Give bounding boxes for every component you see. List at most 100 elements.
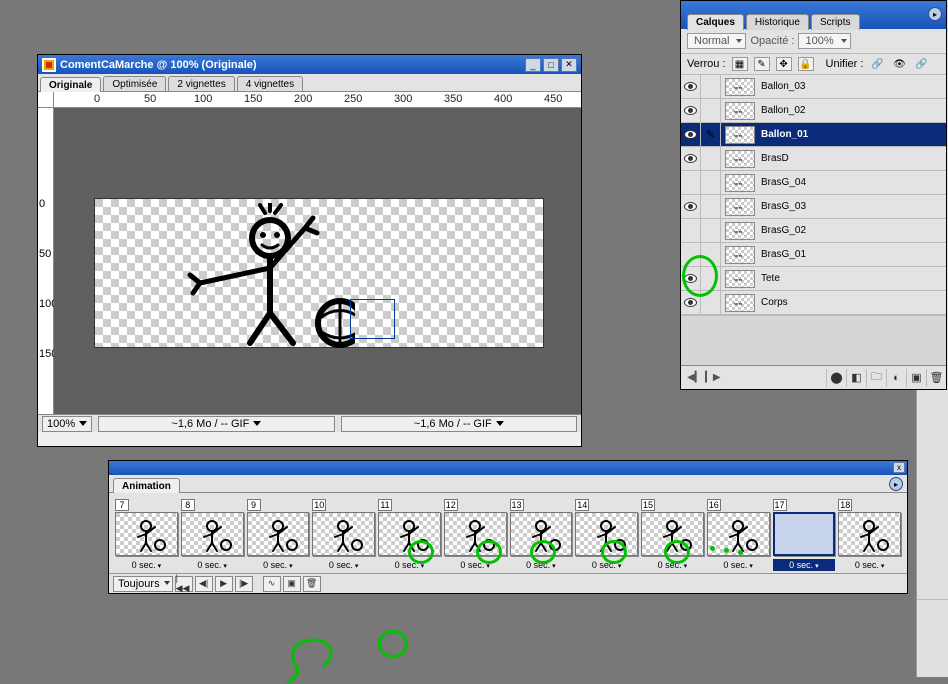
frame-cell[interactable]: 140 sec.▾ (575, 499, 638, 571)
loop-selector[interactable]: Toujours (113, 576, 173, 592)
animation-menu-icon[interactable]: ▸ (889, 477, 903, 491)
animation-close-button[interactable]: x (893, 462, 905, 473)
new-layer-icon[interactable]: ▣ (906, 369, 926, 387)
layer-row[interactable]: ╍╍BrasD (681, 147, 946, 171)
canvas[interactable] (54, 108, 581, 414)
frame-thumb[interactable] (575, 512, 638, 556)
frame-delay[interactable]: 0 sec.▾ (575, 559, 638, 571)
layer-row[interactable]: ╍╍Corps (681, 291, 946, 315)
layer-row[interactable]: ╍╍BrasG_01 (681, 243, 946, 267)
frame-thumb[interactable] (838, 512, 901, 556)
close-button[interactable]: ✕ (561, 58, 577, 72)
frame-delay[interactable]: 0 sec.▾ (707, 559, 770, 571)
artboard[interactable] (94, 198, 544, 348)
frame-thumb[interactable] (247, 512, 310, 556)
delete-frame-button[interactable]: 🗑 (303, 576, 321, 592)
unify-visibility-icon[interactable]: 👁 (891, 57, 907, 71)
panel-menu-icon[interactable]: ▸ (928, 7, 942, 21)
frame-delay[interactable]: 0 sec.▾ (641, 559, 704, 571)
frame-thumb[interactable] (773, 512, 836, 556)
frame-thumb[interactable] (510, 512, 573, 556)
frame-cell[interactable]: 130 sec.▾ (510, 499, 573, 571)
visibility-toggle[interactable] (681, 99, 701, 122)
tab-calques[interactable]: Calques (687, 14, 744, 30)
layer-row[interactable]: ╍╍Ballon_03 (681, 75, 946, 99)
link-cell[interactable] (701, 243, 721, 266)
tab-scripts[interactable]: Scripts (811, 14, 860, 30)
blend-mode-select[interactable]: Normal (687, 33, 746, 49)
frame-thumb[interactable] (707, 512, 770, 556)
frame-cell[interactable]: 180 sec.▾ (838, 499, 901, 571)
link-cell[interactable] (701, 75, 721, 98)
visibility-toggle[interactable] (681, 195, 701, 218)
frame-cell[interactable]: 80 sec.▾ (181, 499, 244, 571)
link-cell[interactable]: ✎ (701, 123, 721, 146)
visibility-toggle[interactable] (681, 123, 701, 146)
tab-historique[interactable]: Historique (746, 14, 809, 30)
frame-delay[interactable]: 0 sec.▾ (181, 559, 244, 571)
frame-thumb[interactable] (115, 512, 178, 556)
new-frame-button[interactable]: ▣ (283, 576, 301, 592)
lock-paint-icon[interactable]: ✎ (754, 57, 770, 71)
frame-thumb[interactable] (312, 512, 375, 556)
unify-position-icon[interactable]: 🔗 (869, 57, 885, 71)
unify-style-icon[interactable]: 🔗 (913, 57, 929, 71)
lock-transparent-icon[interactable]: ▦ (732, 57, 748, 71)
panel-titlebar[interactable]: Calques Historique Scripts ▸ (681, 1, 946, 29)
visibility-toggle[interactable] (681, 267, 701, 290)
layer-row[interactable]: ✎╍╍Ballon_01 (681, 123, 946, 147)
link-cell[interactable] (701, 147, 721, 170)
frame-delay[interactable]: 0 sec.▾ (838, 559, 901, 571)
frame-thumb[interactable] (641, 512, 704, 556)
animation-titlebar[interactable]: x (109, 461, 907, 475)
visibility-toggle[interactable] (681, 243, 701, 266)
frame-delay[interactable]: 0 sec.▾ (444, 559, 507, 571)
layer-row[interactable]: ╍╍Tete (681, 267, 946, 291)
selection-rect[interactable] (350, 299, 395, 339)
link-cell[interactable] (701, 195, 721, 218)
layer-row[interactable]: ╍╍BrasG_04 (681, 171, 946, 195)
tween-button[interactable]: ∿ (263, 576, 281, 592)
next-frame-button[interactable]: |▶ (235, 576, 253, 592)
visibility-toggle[interactable] (681, 75, 701, 98)
ruler-vertical[interactable]: 0 50 100 150 (38, 108, 54, 414)
visibility-toggle[interactable] (681, 291, 701, 314)
lock-all-icon[interactable]: 🔒 (798, 57, 814, 71)
tab-4vignettes[interactable]: 4 vignettes (237, 76, 303, 91)
ruler-origin[interactable] (38, 92, 54, 108)
frame-cell[interactable]: 70 sec.▾ (115, 499, 178, 571)
frame-delay[interactable]: 0 sec.▾ (510, 559, 573, 571)
frame-delay[interactable]: 0 sec.▾ (773, 559, 836, 571)
layer-row[interactable]: ╍╍BrasG_02 (681, 219, 946, 243)
opacity-select[interactable]: 100% (798, 33, 850, 49)
frame-cell[interactable]: 150 sec.▾ (641, 499, 704, 571)
adjust-icon[interactable]: ◐ (886, 369, 906, 387)
fx-icon[interactable]: ⬤ (826, 369, 846, 387)
frame-nav-icons[interactable]: ◀▎ ▎▶ (687, 372, 721, 383)
frame-cell[interactable]: 120 sec.▾ (444, 499, 507, 571)
prev-frame-button[interactable]: ◀| (195, 576, 213, 592)
frame-thumb[interactable] (378, 512, 441, 556)
play-button[interactable]: ▶ (215, 576, 233, 592)
tab-2vignettes[interactable]: 2 vignettes (168, 76, 234, 91)
frame-delay[interactable]: 0 sec.▾ (312, 559, 375, 571)
visibility-toggle[interactable] (681, 147, 701, 170)
tab-optimisee[interactable]: Optimisée (103, 76, 166, 91)
frame-cell[interactable]: 110 sec.▾ (378, 499, 441, 571)
maximize-button[interactable]: □ (543, 58, 559, 72)
zoom-selector[interactable]: 100% (42, 416, 92, 432)
frame-cell[interactable]: 160 sec.▾ (707, 499, 770, 571)
minimize-button[interactable]: _ (525, 58, 541, 72)
tab-animation[interactable]: Animation (113, 478, 180, 493)
first-frame-button[interactable]: |◀◀ (175, 576, 193, 592)
link-cell[interactable] (701, 99, 721, 122)
trash-icon[interactable]: 🗑 (926, 369, 946, 387)
visibility-toggle[interactable] (681, 219, 701, 242)
frame-cell[interactable]: 100 sec.▾ (312, 499, 375, 571)
link-cell[interactable] (701, 219, 721, 242)
ruler-horizontal[interactable]: 0 50 100 150 200 250 300 350 400 450 (54, 92, 581, 108)
frame-delay[interactable]: 0 sec.▾ (378, 559, 441, 571)
visibility-toggle[interactable] (681, 171, 701, 194)
tab-originale[interactable]: Originale (40, 77, 101, 92)
frame-cell[interactable]: 90 sec.▾ (247, 499, 310, 571)
